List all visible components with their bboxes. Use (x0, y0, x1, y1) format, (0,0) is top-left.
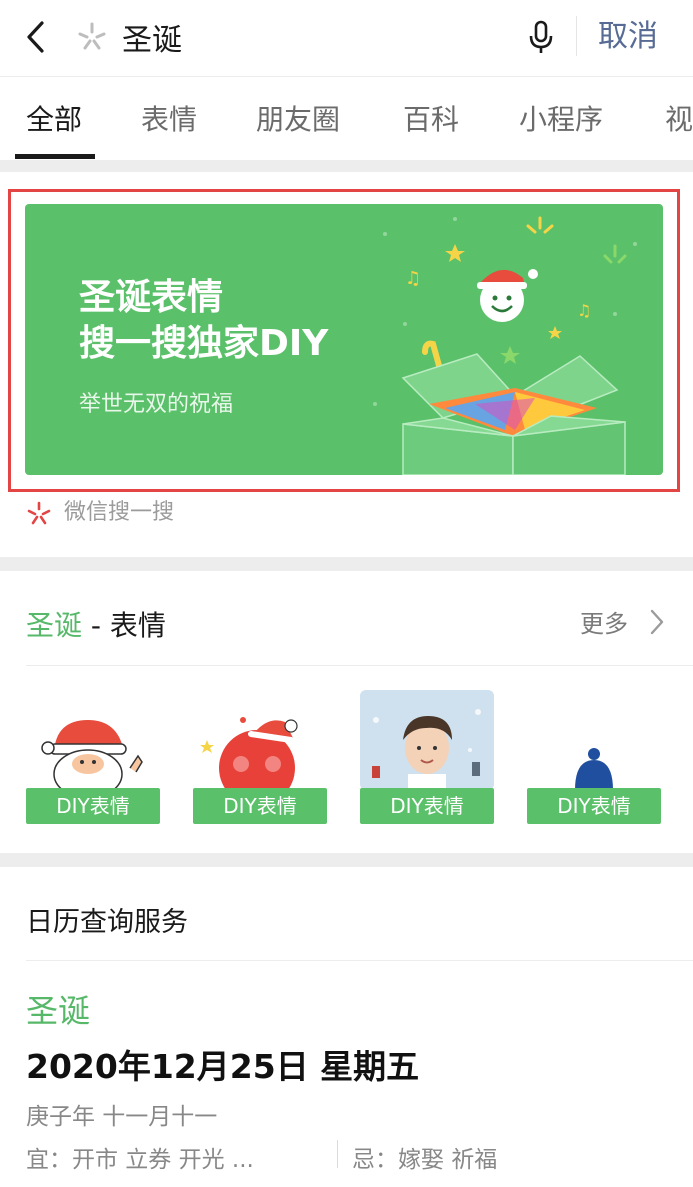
diy-badge: DIY表情 (26, 788, 160, 824)
diy-badge: DIY表情 (527, 788, 661, 824)
tab-encyclopedia[interactable]: 百科 (403, 98, 459, 138)
wechat-search-logo-icon (78, 22, 106, 50)
person-photo-icon (360, 690, 494, 790)
gift-box-illustration-icon: ♫ ♫ (373, 216, 637, 475)
wechat-search-logo-icon (27, 501, 51, 525)
section-gap (0, 853, 693, 867)
back-arrow-icon[interactable] (22, 18, 52, 56)
banner-title: 圣诞表情 (79, 277, 224, 318)
emoji-card[interactable]: DIY表情 (360, 690, 494, 824)
section-title-suffix: - 表情 (82, 609, 166, 642)
christmas-diy-banner[interactable]: 圣诞表情 搜一搜独家DIY 举世无双的祝福 ♫ ♫ (25, 204, 663, 475)
divider (26, 665, 693, 666)
emoji-card[interactable]: DIY表情 (527, 690, 661, 824)
section-gap (0, 160, 693, 172)
more-button[interactable]: 更多 (580, 604, 628, 639)
active-tab-indicator (15, 154, 95, 159)
chevron-right-icon[interactable] (648, 608, 666, 636)
svg-text:♫: ♫ (405, 268, 421, 289)
banner-title: 搜一搜独家DIY (79, 323, 329, 364)
svg-text:♫: ♫ (577, 301, 591, 320)
banner-subtitle: 举世无双的祝福 (79, 392, 234, 417)
search-input[interactable] (122, 14, 502, 60)
microphone-icon[interactable] (526, 18, 556, 56)
calendar-date: 2020年12月25日 星期五 (26, 1047, 420, 1086)
calendar-keyword: 圣诞 (26, 992, 91, 1030)
inauspicious-activities: 忌：嫁娶 祈福 (352, 1147, 498, 1173)
auspicious-activities: 宜：开市 立券 开光 ... (26, 1147, 254, 1173)
tab-video[interactable]: 视 (665, 98, 693, 138)
divider (337, 1140, 338, 1168)
lunar-date: 庚子年 十一月十一 (26, 1104, 218, 1130)
section-title: 圣诞 - 表情 (26, 604, 166, 644)
section-keyword: 圣诞 (26, 609, 83, 642)
calendar-section-title: 日历查询服务 (26, 907, 188, 938)
diy-badge: DIY表情 (193, 788, 327, 824)
blue-hat-icon (575, 748, 613, 790)
tab-stickers[interactable]: 表情 (141, 98, 197, 138)
section-gap (0, 557, 693, 571)
apple-santa-hat-icon (200, 717, 298, 790)
emoji-card[interactable]: DIY表情 (193, 690, 327, 824)
diy-badge: DIY表情 (360, 788, 494, 824)
divider (576, 16, 577, 56)
tab-mini-programs[interactable]: 小程序 (519, 98, 603, 138)
search-bar: 取消 (0, 0, 693, 76)
tab-all[interactable]: 全部 (26, 98, 82, 138)
emoji-card[interactable]: DIY表情 (26, 690, 160, 824)
category-tabs: 全部 表情 朋友圈 百科 小程序 视 (0, 76, 693, 160)
source-text: 微信搜一搜 (64, 500, 175, 525)
divider (26, 960, 693, 961)
santa-emoji-icon (41, 720, 143, 790)
cancel-button[interactable]: 取消 (598, 14, 658, 60)
tab-moments[interactable]: 朋友圈 (256, 98, 340, 138)
